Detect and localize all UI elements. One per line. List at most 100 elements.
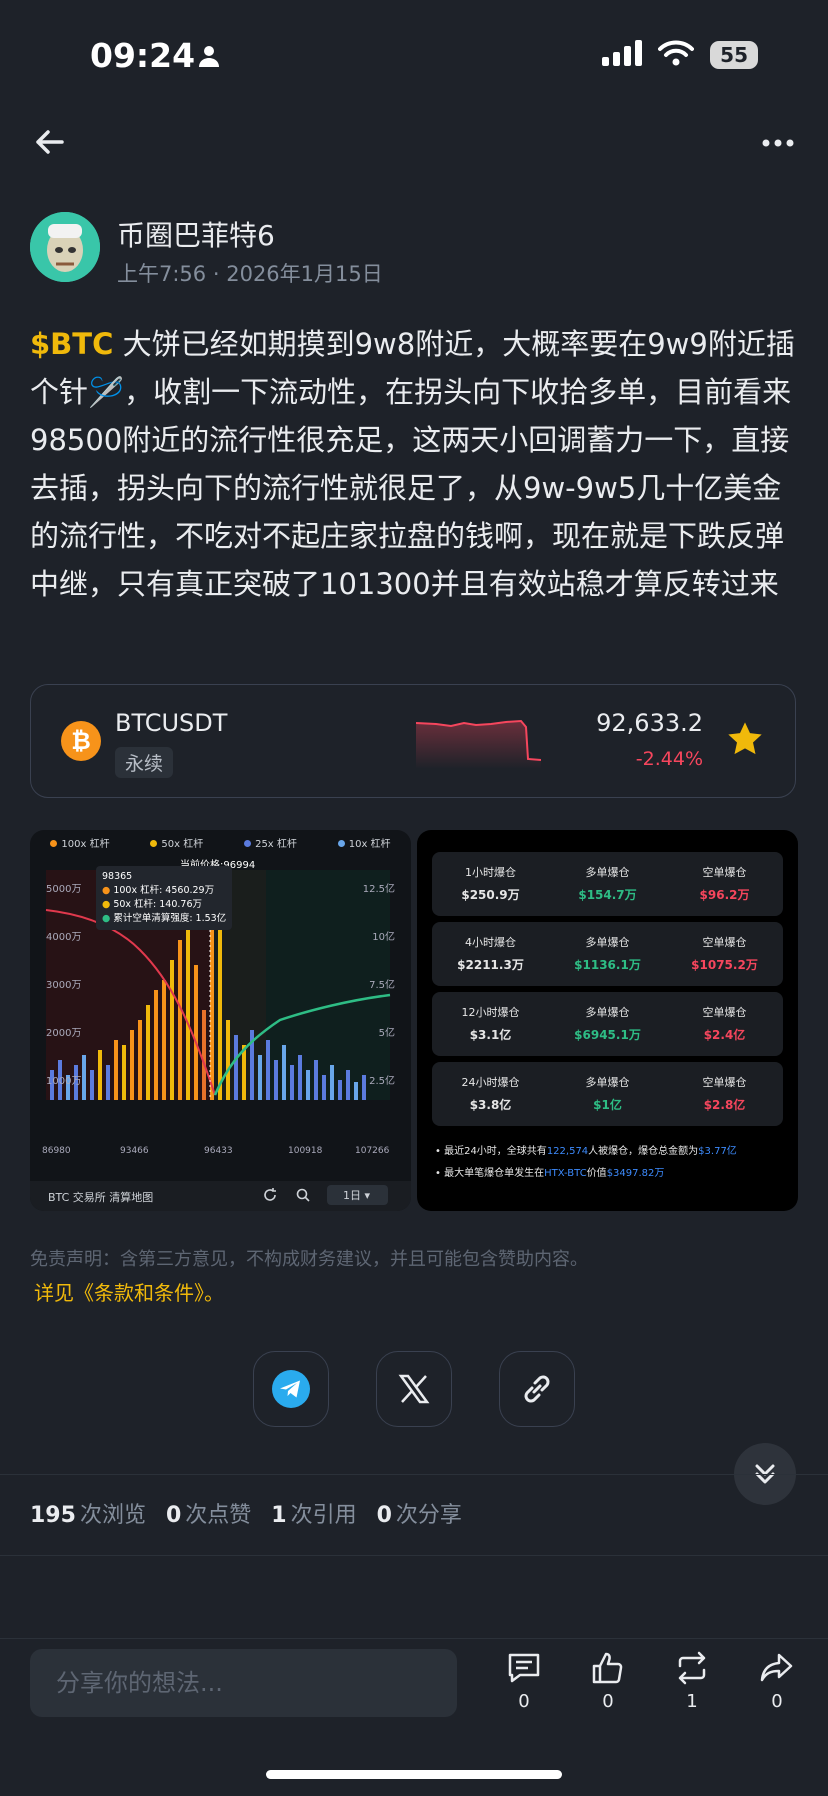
chart-legend: 100x 杠杆 50x 杠杆 25x 杠杆 10x 杠杆 bbox=[30, 830, 411, 854]
liq-short-24h: 空单爆仓 $2.8亿 bbox=[702, 1076, 747, 1112]
post-meta: 上午7:56 · 2026年1月15日 bbox=[117, 258, 383, 288]
disclaimer-text: 免责声明：含第三方意见，不构成财务建议，并且可能包含赞助内容。 bbox=[30, 1249, 588, 1270]
liq-total-4h: 4小时爆仓 $2211.3万 bbox=[457, 936, 524, 972]
share-button[interactable]: 0 bbox=[750, 1650, 804, 1712]
chart-footer-label: BTC 交易所 清算地图 bbox=[48, 1191, 154, 1204]
more-dots-icon bbox=[762, 139, 794, 147]
bitcoin-icon: ₿ bbox=[61, 721, 101, 761]
repost-count: 1 bbox=[686, 1691, 698, 1712]
thumbs-up-icon bbox=[592, 1652, 623, 1684]
x-tick-3: 96433 bbox=[204, 1146, 233, 1156]
liq-long-4h: 多单爆仓 $1136.1万 bbox=[574, 936, 641, 972]
period-select: 1日 ▾ bbox=[327, 1185, 389, 1205]
legend-10x: 10x 杠杆 bbox=[337, 835, 391, 850]
liq-total-12h: 12小时爆仓 $3.1亿 bbox=[461, 1006, 520, 1042]
liq-long-1h: 多单爆仓 $154.7万 bbox=[578, 866, 637, 902]
arrow-left-icon bbox=[36, 130, 64, 154]
status-time: 09:24 bbox=[90, 36, 196, 75]
post-date: 2026年1月15日 bbox=[226, 262, 383, 286]
liq-row-12h: 12小时爆仓 $3.1亿 多单爆仓 $6945.1万 空单爆仓 $2.4亿 bbox=[432, 992, 783, 1056]
liq-long-12h: 多单爆仓 $6945.1万 bbox=[574, 1006, 641, 1042]
shares-stat: 0 次分享 bbox=[376, 1503, 462, 1528]
post-stats: 195 次浏览 0 次点赞 1 次引用 0 次分享 bbox=[30, 1497, 462, 1529]
search-icon bbox=[295, 1187, 311, 1206]
avatar[interactable] bbox=[30, 212, 100, 282]
share-arrow-icon bbox=[760, 1653, 793, 1682]
y-left-tick-2: 4000万 bbox=[46, 932, 82, 943]
likes-stat: 0 次点赞 bbox=[165, 1503, 252, 1528]
views-stat: 195 次浏览 bbox=[30, 1503, 146, 1528]
y-left-tick-5: 1000万 bbox=[46, 1076, 82, 1087]
liq-short-4h: 空单爆仓 $1075.2万 bbox=[691, 936, 758, 972]
post-body: $BTC 大饼已经如期摸到9w8附近，大概率要在9w9附近插个针🪡，收割一下流动… bbox=[30, 320, 800, 608]
liq-row-4h: 4小时爆仓 $2211.3万 多单爆仓 $1136.1万 空单爆仓 $1075.2万 bbox=[432, 922, 783, 986]
legend-50x: 50x 杠杆 bbox=[150, 835, 203, 850]
legend-25x: 25x 杠杆 bbox=[244, 835, 297, 850]
ticker-price: 92,633.2 bbox=[596, 709, 703, 737]
tooltip-line-3: ● 累计空单清算强度: 1.53亿 bbox=[102, 913, 227, 924]
liq-short-12h: 空单爆仓 $2.4亿 bbox=[702, 1006, 747, 1042]
cashtag-link[interactable]: $BTC bbox=[30, 327, 113, 361]
liquidation-map-image[interactable]: 100x 杠杆 50x 杠杆 25x 杠杆 10x 杠杆 当前价格:96994 bbox=[30, 830, 411, 1211]
signal-icon bbox=[602, 40, 643, 70]
share-x-button[interactable] bbox=[376, 1351, 452, 1427]
contract-type-badge: 永续 bbox=[115, 747, 174, 778]
y-right-tick-1: 12.5亿 bbox=[362, 884, 395, 895]
y-left-tick-3: 3000万 bbox=[46, 980, 82, 991]
status-icons: 55 bbox=[602, 40, 758, 70]
liquidation-stats-image[interactable]: 1小时爆仓 $250.9万 多单爆仓 $154.7万 空单爆仓 $96.2万 4小时爆… bbox=[417, 830, 798, 1211]
x-tick-2: 93466 bbox=[120, 1146, 149, 1156]
liq-total-1h: 1小时爆仓 $250.9万 bbox=[461, 866, 520, 902]
comment-input[interactable]: 分享你的想法... bbox=[30, 1649, 457, 1717]
x-tick-1: 86980 bbox=[42, 1146, 71, 1156]
refresh-icon bbox=[262, 1187, 278, 1206]
chart-tooltip: 98365 ● 100x 杠杆: 4560.29万 ● 50x 杠杆: 140.… bbox=[96, 866, 233, 930]
wifi-icon bbox=[658, 40, 695, 70]
favorite-star-icon[interactable] bbox=[725, 719, 765, 759]
more-button[interactable] bbox=[758, 128, 798, 158]
liq-total-24h: 24小时爆仓 $3.8亿 bbox=[461, 1076, 520, 1112]
divider bbox=[0, 1555, 828, 1556]
repost-button[interactable]: 1 bbox=[665, 1650, 719, 1712]
liq-row-24h: 24小时爆仓 $3.8亿 多单爆仓 $1亿 空单爆仓 $2.8亿 bbox=[432, 1062, 783, 1126]
back-button[interactable] bbox=[30, 122, 70, 162]
ticker-change: -2.44% bbox=[635, 748, 703, 770]
author-name[interactable]: 币圈巴菲特6 bbox=[117, 214, 275, 254]
ticker-card[interactable]: ₿ BTCUSDT 永续 92,633.2 -2.44% bbox=[30, 684, 796, 798]
legend-100x: 100x 杠杆 bbox=[50, 835, 110, 850]
repost-icon bbox=[678, 1651, 706, 1685]
home-indicator[interactable] bbox=[266, 1770, 562, 1779]
share-telegram-button[interactable] bbox=[253, 1351, 329, 1427]
ticker-symbol: BTCUSDT bbox=[115, 709, 228, 737]
post-text: 大饼已经如期摸到9w8附近，大概率要在9w9附近插个针🪡，收割一下流动性，在拐头… bbox=[30, 327, 795, 601]
like-count: 0 bbox=[602, 1691, 614, 1712]
meta-separator: · bbox=[212, 262, 227, 286]
y-right-tick-4: 5亿 bbox=[378, 1028, 395, 1039]
x-logo-icon bbox=[398, 1374, 430, 1404]
y-left-tick-4: 2000万 bbox=[46, 1028, 82, 1039]
liq-note-1: • 最近24小时，全球共有122,574人被爆仓，爆仓总金额为$3.77亿 bbox=[435, 1146, 737, 1157]
comment-button[interactable]: 0 bbox=[497, 1650, 551, 1712]
like-button[interactable]: 0 bbox=[581, 1650, 635, 1712]
divider bbox=[0, 1474, 828, 1475]
y-right-tick-2: 10亿 bbox=[372, 932, 395, 943]
x-tick-5: 107266 bbox=[355, 1146, 390, 1156]
liq-row-1h: 1小时爆仓 $250.9万 多单爆仓 $154.7万 空单爆仓 $96.2万 bbox=[432, 852, 783, 916]
telegram-icon bbox=[272, 1370, 310, 1408]
price-sparkline bbox=[416, 719, 541, 769]
tooltip-line-1: ● 100x 杠杆: 4560.29万 bbox=[102, 885, 215, 896]
share-count: 0 bbox=[771, 1691, 783, 1712]
liq-long-24h: 多单爆仓 $1亿 bbox=[585, 1076, 630, 1112]
y-left-tick-1: 5000万 bbox=[46, 884, 82, 895]
copy-link-button[interactable] bbox=[499, 1351, 575, 1427]
tooltip-title: 98365 bbox=[102, 871, 133, 882]
x-tick-4: 100918 bbox=[288, 1146, 323, 1156]
terms-link[interactable]: 详见《条款和条件》。 bbox=[34, 1277, 224, 1306]
y-right-tick-5: 2.5亿 bbox=[369, 1076, 395, 1087]
liq-note-2: • 最大单笔爆仓单发生在HTX-BTC价值$3497.82万 bbox=[435, 1168, 665, 1179]
battery-indicator: 55 bbox=[710, 41, 758, 69]
tooltip-line-2: ● 50x 杠杆: 140.76万 bbox=[102, 899, 203, 910]
comment-count: 0 bbox=[518, 1691, 530, 1712]
post-time: 上午7:56 bbox=[117, 262, 207, 286]
comment-icon bbox=[508, 1653, 540, 1683]
